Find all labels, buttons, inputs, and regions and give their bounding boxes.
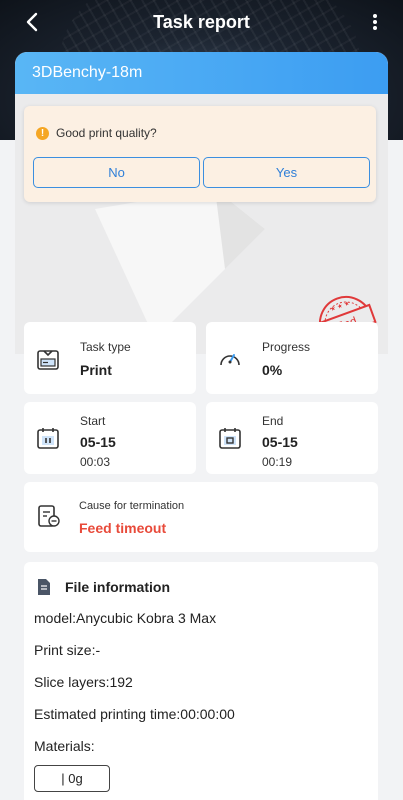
termination-label: Cause for termination bbox=[79, 500, 185, 512]
info-icon: ! bbox=[36, 126, 49, 140]
file-model: model:Anycubic Kobra 3 Max bbox=[34, 610, 217, 626]
page-title: Task report bbox=[153, 11, 250, 32]
gauge-icon bbox=[220, 354, 240, 366]
task-type-value: Print bbox=[80, 362, 112, 378]
card-header: 3DBenchy-18m bbox=[15, 52, 388, 94]
start-date: 05-15 bbox=[80, 434, 116, 450]
document-minus-icon bbox=[38, 505, 60, 527]
file-materials-label: Materials: bbox=[34, 738, 95, 754]
chevron-left-icon bbox=[26, 12, 38, 32]
task-type-label: Task type bbox=[80, 340, 131, 354]
file-information-header: File information bbox=[36, 578, 170, 596]
task-report-card: 3DBenchy-18m End ★ ★ ★ ★ ★ ★ ! Good pri bbox=[15, 52, 388, 800]
top-bar: Task report bbox=[0, 0, 403, 44]
start-tile: Start 05-15 00:03 bbox=[24, 402, 196, 474]
end-time: 00:19 bbox=[262, 455, 293, 469]
end-label: End bbox=[262, 414, 284, 428]
end-date: 05-15 bbox=[262, 434, 298, 450]
calendar-stop-icon bbox=[219, 428, 241, 449]
quality-yes-button[interactable]: Yes bbox=[203, 157, 370, 188]
more-vertical-icon bbox=[373, 14, 377, 30]
back-button[interactable] bbox=[18, 8, 46, 36]
termination-value: Feed timeout bbox=[79, 520, 167, 536]
calendar-pause-icon bbox=[37, 428, 59, 449]
start-time: 00:03 bbox=[80, 455, 111, 469]
termination-tile: Cause for termination Feed timeout bbox=[24, 482, 378, 552]
quality-question: ! Good print quality? bbox=[36, 126, 157, 140]
more-menu-button[interactable] bbox=[363, 8, 387, 36]
printer-icon bbox=[37, 350, 59, 370]
material-chip: | 0g bbox=[34, 765, 110, 792]
start-label: Start bbox=[80, 414, 106, 428]
file-estimated-time: Estimated printing time:00:00:00 bbox=[34, 706, 235, 722]
progress-tile: Progress 0% bbox=[206, 322, 378, 394]
end-tile: End 05-15 00:19 bbox=[206, 402, 378, 474]
file-information-title: File information bbox=[65, 579, 170, 595]
task-type-tile: Task type Print bbox=[24, 322, 196, 394]
quality-question-text: Good print quality? bbox=[56, 126, 157, 140]
quality-no-button[interactable]: No bbox=[33, 157, 200, 188]
progress-label: Progress bbox=[262, 340, 311, 354]
progress-value: 0% bbox=[262, 362, 283, 378]
file-icon bbox=[38, 579, 50, 595]
file-print-size: Print size:- bbox=[34, 642, 101, 658]
print-quality-prompt: ! Good print quality? No Yes bbox=[24, 106, 376, 202]
file-information-card: File information model:Anycubic Kobra 3 … bbox=[24, 562, 378, 800]
file-slice-layers: Slice layers:192 bbox=[34, 674, 133, 690]
task-name: 3DBenchy-18m bbox=[32, 64, 143, 81]
